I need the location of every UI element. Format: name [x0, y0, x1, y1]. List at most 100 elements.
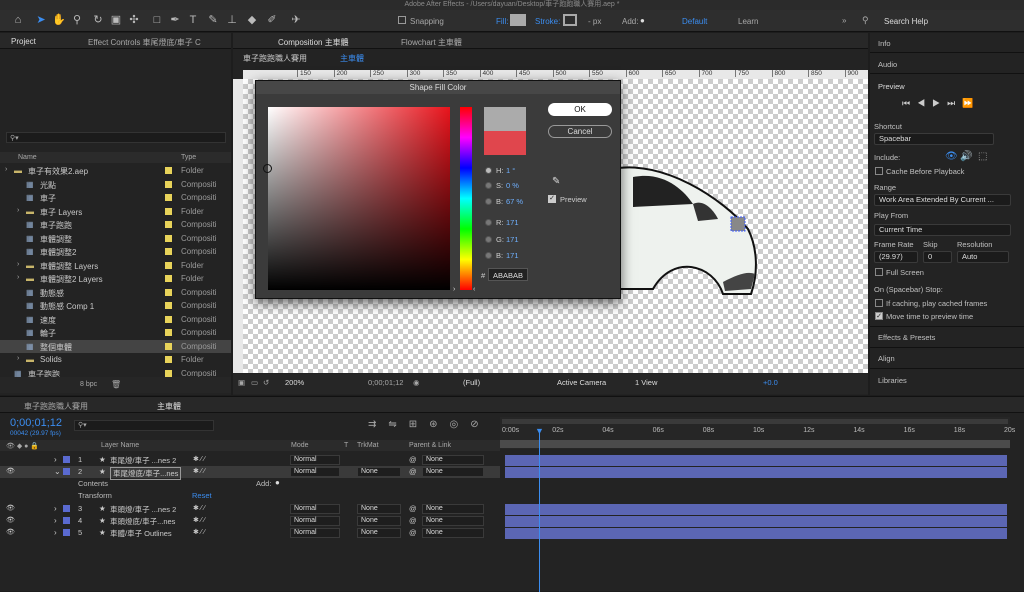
- exposure-value[interactable]: +0.0: [763, 378, 778, 387]
- label-color-swatch[interactable]: [63, 517, 70, 524]
- trash-icon[interactable]: 🗑: [111, 380, 121, 389]
- layer-name[interactable]: 車頭燈/車子 ...nes 2: [110, 504, 176, 515]
- r-value[interactable]: 171: [506, 218, 519, 227]
- project-item[interactable]: ▦ 車體調整 Compositi: [0, 232, 231, 246]
- workspace-learn[interactable]: Learn: [738, 17, 758, 26]
- range-select[interactable]: Work Area Extended By Current ...: [874, 194, 1011, 206]
- visibility-icon[interactable]: 👁: [6, 528, 15, 536]
- blend-mode-select[interactable]: Normal: [290, 528, 340, 538]
- project-item[interactable]: ▦ 動態感 Compositi: [0, 286, 231, 300]
- label-color-swatch[interactable]: [165, 234, 172, 242]
- project-item[interactable]: › ▬ 車子 Layers Folder: [0, 205, 231, 219]
- label-color-swatch[interactable]: [63, 505, 70, 512]
- red-radio[interactable]: [485, 219, 492, 226]
- tab-effect-controls[interactable]: Effect Controls 車尾燈底/車子 C: [88, 37, 201, 48]
- project-item[interactable]: ▦ 車子跑跑 Compositi: [0, 218, 231, 232]
- add-icon[interactable]: ●: [640, 16, 645, 25]
- panel-effects-presets[interactable]: Effects & Presets: [878, 333, 935, 342]
- project-item[interactable]: ▦ 車子 Compositi: [0, 191, 231, 205]
- shortcut-select[interactable]: Spacebar: [874, 133, 994, 145]
- ok-button[interactable]: OK: [548, 103, 612, 116]
- include-video-icon[interactable]: 👁: [945, 151, 958, 162]
- panel-audio[interactable]: Audio: [878, 60, 897, 69]
- rectangle-tool-icon[interactable]: □: [150, 13, 164, 27]
- expand-toggle-icon[interactable]: ›: [54, 528, 57, 537]
- playback-controls[interactable]: ⏮◀▶⏭⏩: [902, 98, 980, 109]
- contents-label[interactable]: Contents: [78, 479, 108, 488]
- pickwhip-icon[interactable]: @: [409, 455, 417, 464]
- layer-name[interactable]: 車尾燈/車子 ...nes 2: [110, 455, 176, 466]
- layer-switches[interactable]: ✱ ⁄ ∕: [193, 467, 205, 475]
- workspace-menu-icon[interactable]: »: [842, 16, 846, 25]
- expand-toggle-icon[interactable]: ›: [54, 516, 57, 525]
- parent-select[interactable]: None: [422, 516, 484, 526]
- pickwhip-icon[interactable]: @: [409, 467, 417, 476]
- label-color-swatch[interactable]: [165, 248, 172, 255]
- project-item[interactable]: › ▬ 車體調整 Layers Folder: [0, 259, 231, 273]
- if-caching-checkbox[interactable]: [875, 299, 883, 307]
- layer-duration-bar[interactable]: [505, 528, 1007, 539]
- parent-select[interactable]: None: [422, 528, 484, 538]
- b-value[interactable]: 67 %: [506, 197, 523, 206]
- pan-behind-tool-icon[interactable]: ✣: [127, 13, 141, 27]
- current-time-handle-icon[interactable]: ▼: [535, 426, 544, 436]
- layer-name[interactable]: 車體/車子 Outlines: [110, 528, 172, 539]
- b2-value[interactable]: 171: [506, 251, 519, 260]
- stroke-swatch[interactable]: [563, 14, 577, 26]
- work-area-bar[interactable]: [502, 419, 1008, 424]
- layer-name[interactable]: 車頭燈底/車子...nes: [110, 516, 175, 527]
- visibility-icon[interactable]: 👁: [6, 516, 15, 524]
- label-color-swatch[interactable]: [165, 342, 172, 350]
- label-color-swatch[interactable]: [165, 315, 172, 323]
- zoom-select[interactable]: 200%: [285, 378, 304, 387]
- hue-slider-left-arrow[interactable]: ›: [453, 286, 455, 293]
- layer-duration-bar[interactable]: [505, 455, 1007, 466]
- project-item[interactable]: › ▬ Solids Folder: [0, 353, 231, 367]
- label-color-swatch[interactable]: [165, 167, 172, 174]
- project-item[interactable]: › ▬ 車體調整2 Layers Folder: [0, 272, 231, 286]
- cycle-icon[interactable]: ↺: [263, 378, 269, 387]
- trkmat-select[interactable]: None: [357, 504, 401, 514]
- hue-radio[interactable]: [485, 167, 492, 174]
- trkmat-select[interactable]: None: [357, 516, 401, 526]
- label-color-swatch[interactable]: [165, 275, 172, 282]
- expand-toggle-icon[interactable]: ›: [17, 274, 19, 281]
- home-icon[interactable]: ⌂: [11, 13, 25, 27]
- trkmat-select[interactable]: None: [357, 467, 401, 477]
- layer-row[interactable]: › 1 ★ 車尾燈/車子 ...nes 2 ✱ ⁄ ∕ Normal @ None: [0, 454, 500, 466]
- fill-swatch[interactable]: [510, 14, 526, 26]
- label-color-swatch[interactable]: [165, 180, 172, 188]
- g-value[interactable]: 171: [506, 235, 519, 244]
- label-color-swatch[interactable]: [165, 261, 172, 269]
- brush-tool-icon[interactable]: ✎: [206, 13, 220, 27]
- expand-toggle-icon[interactable]: ›: [17, 355, 19, 362]
- expand-toggle-icon[interactable]: ›: [17, 207, 19, 214]
- visibility-icon[interactable]: 👁: [6, 467, 15, 475]
- hue-slider-right-arrow[interactable]: ‹: [473, 286, 475, 293]
- reset-link[interactable]: Reset: [192, 491, 212, 500]
- blend-mode-select[interactable]: Normal: [290, 467, 340, 477]
- camera-tool-icon[interactable]: ▣: [109, 13, 123, 27]
- parent-select[interactable]: None: [422, 455, 484, 465]
- workspace-default[interactable]: Default: [682, 17, 707, 26]
- expand-toggle-icon[interactable]: ›: [54, 455, 57, 464]
- expand-toggle-icon[interactable]: ›: [5, 166, 7, 173]
- h-value[interactable]: 1 °: [506, 166, 515, 175]
- tab-project[interactable]: Project: [11, 37, 36, 46]
- blend-mode-select[interactable]: Normal: [290, 455, 340, 465]
- layer-switches[interactable]: ✱ ⁄ ∕: [193, 528, 205, 536]
- include-audio-icon[interactable]: 🔊: [960, 151, 972, 162]
- layer-duration-bar[interactable]: [505, 504, 1007, 515]
- label-color-swatch[interactable]: [165, 194, 172, 201]
- green-radio[interactable]: [485, 236, 492, 243]
- hue-slider[interactable]: [460, 107, 472, 290]
- col-name[interactable]: Name: [18, 154, 37, 161]
- search-help[interactable]: Search Help: [884, 17, 928, 26]
- pickwhip-icon[interactable]: @: [409, 504, 417, 513]
- tab-flowchart[interactable]: Flowchart 主車體: [401, 37, 462, 48]
- pickwhip-icon[interactable]: @: [409, 528, 417, 537]
- project-item[interactable]: ▦ 速度 Compositi: [0, 313, 231, 327]
- project-item[interactable]: ▦ 動態感 Comp 1 Compositi: [0, 299, 231, 313]
- project-item[interactable]: ▦ 車體調整2 Compositi: [0, 245, 231, 259]
- play-from-select[interactable]: Current Time: [874, 224, 1011, 236]
